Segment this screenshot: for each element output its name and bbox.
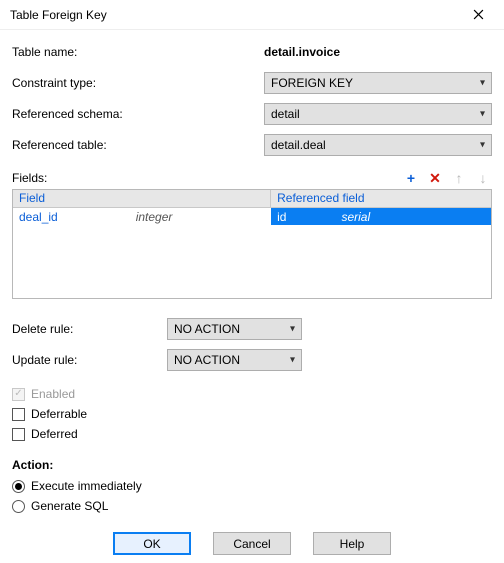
deferrable-checkbox[interactable]: [12, 408, 25, 421]
delete-rule-select[interactable]: NO ACTION ▾: [167, 318, 302, 340]
table-name-value: detail.invoice: [264, 45, 340, 59]
update-rule-select[interactable]: NO ACTION ▾: [167, 349, 302, 371]
grid-empty-area: [13, 225, 491, 298]
deferrable-label: Deferrable: [31, 407, 87, 421]
update-rule-label: Update rule:: [12, 353, 167, 367]
ref-schema-select[interactable]: detail ▾: [264, 103, 492, 125]
ref-field-type: serial: [341, 210, 370, 224]
enabled-row: Enabled: [12, 384, 492, 404]
chevron-down-icon: ▾: [290, 355, 295, 366]
checkbox-group: Enabled Deferrable Deferred: [12, 384, 492, 444]
deferred-label: Deferred: [31, 427, 78, 441]
generate-sql-row: Generate SQL: [12, 496, 492, 516]
constraint-type-value: FOREIGN KEY: [271, 76, 353, 90]
cancel-button[interactable]: Cancel: [213, 532, 291, 555]
close-button[interactable]: [460, 1, 496, 29]
enabled-checkbox: [12, 388, 25, 401]
grid-cell-referenced: id serial: [271, 208, 491, 225]
action-radio-group: Execute immediately Generate SQL: [12, 476, 492, 516]
ref-schema-row: Referenced schema: detail ▾: [12, 100, 492, 128]
field-name: deal_id: [19, 210, 58, 224]
grid-row[interactable]: deal_id integer id serial: [13, 208, 491, 225]
ref-field-name: id: [277, 210, 286, 224]
deferred-row: Deferred: [12, 424, 492, 444]
chevron-down-icon: ▾: [290, 324, 295, 335]
grid-cell-field: deal_id integer: [13, 208, 271, 225]
delete-rule-label: Delete rule:: [12, 322, 167, 336]
help-button[interactable]: Help: [313, 532, 391, 555]
action-label: Action:: [12, 458, 492, 472]
field-type: integer: [136, 210, 173, 224]
dialog-content: Table name: detail.invoice Constraint ty…: [0, 30, 504, 563]
add-field-button[interactable]: +: [402, 169, 420, 187]
remove-field-button[interactable]: ✕: [426, 169, 444, 187]
close-icon: [473, 9, 484, 20]
dialog-buttons: OK Cancel Help: [12, 532, 492, 555]
enabled-label: Enabled: [31, 387, 75, 401]
window-title: Table Foreign Key: [10, 8, 107, 22]
fields-label: Fields:: [12, 171, 47, 185]
col-referenced[interactable]: Referenced field: [271, 190, 491, 207]
ref-schema-value: detail: [271, 107, 300, 121]
delete-rule-value: NO ACTION: [174, 322, 240, 336]
table-name-row: Table name: detail.invoice: [12, 38, 492, 66]
constraint-type-row: Constraint type: FOREIGN KEY ▾: [12, 69, 492, 97]
fields-header-row: Fields: + ✕ ↑ ↓: [12, 169, 492, 187]
chevron-down-icon: ▾: [480, 78, 485, 89]
titlebar: Table Foreign Key: [0, 0, 504, 30]
fields-toolbar: + ✕ ↑ ↓: [402, 169, 492, 187]
ref-table-select[interactable]: detail.deal ▾: [264, 134, 492, 156]
col-field[interactable]: Field: [13, 190, 271, 207]
deferrable-row: Deferrable: [12, 404, 492, 424]
chevron-down-icon: ▾: [480, 140, 485, 151]
generate-sql-label: Generate SQL: [31, 499, 108, 513]
execute-immediately-label: Execute immediately: [31, 479, 142, 493]
delete-rule-row: Delete rule: NO ACTION ▾: [12, 315, 492, 343]
ref-table-row: Referenced table: detail.deal ▾: [12, 131, 492, 159]
grid-header: Field Referenced field: [13, 190, 491, 208]
update-rule-row: Update rule: NO ACTION ▾: [12, 346, 492, 374]
deferred-checkbox[interactable]: [12, 428, 25, 441]
move-up-button[interactable]: ↑: [450, 169, 468, 187]
ref-table-label: Referenced table:: [12, 138, 142, 152]
table-name-label: Table name:: [12, 45, 142, 59]
execute-immediately-row: Execute immediately: [12, 476, 492, 496]
ok-button[interactable]: OK: [113, 532, 191, 555]
execute-immediately-radio[interactable]: [12, 480, 25, 493]
chevron-down-icon: ▾: [480, 109, 485, 120]
ref-table-value: detail.deal: [271, 138, 326, 152]
update-rule-value: NO ACTION: [174, 353, 240, 367]
ref-schema-label: Referenced schema:: [12, 107, 142, 121]
generate-sql-radio[interactable]: [12, 500, 25, 513]
constraint-type-label: Constraint type:: [12, 76, 142, 90]
fields-grid: Field Referenced field deal_id integer i…: [12, 189, 492, 299]
constraint-type-select[interactable]: FOREIGN KEY ▾: [264, 72, 492, 94]
move-down-button[interactable]: ↓: [474, 169, 492, 187]
